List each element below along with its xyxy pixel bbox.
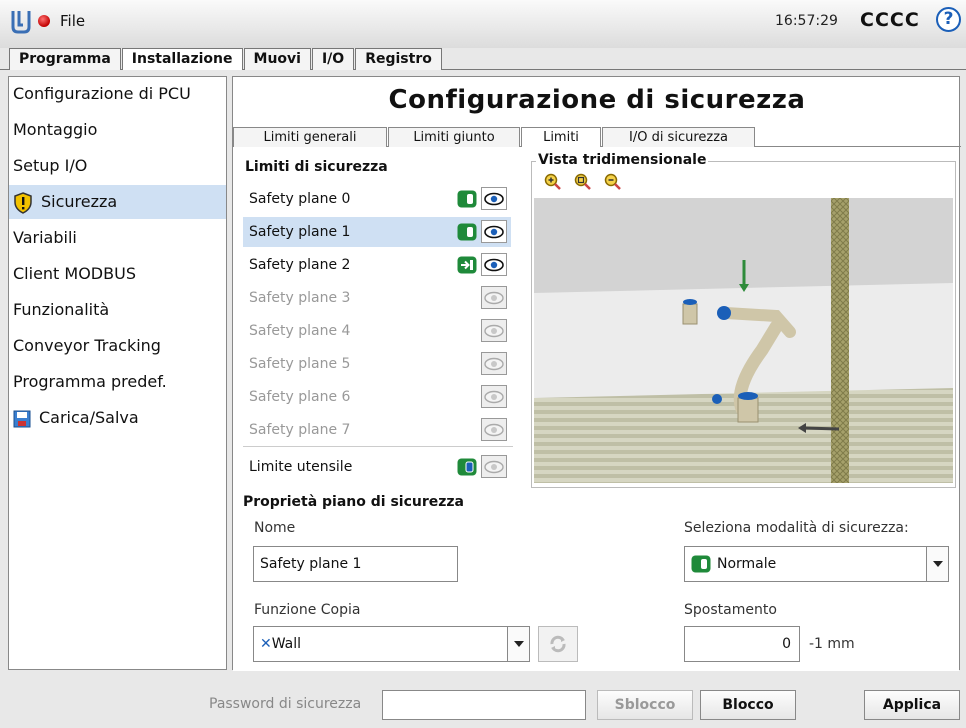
content-panel: Configurazione di sicurezza Limiti gener… [232, 76, 961, 671]
visibility-eye-icon[interactable] [481, 187, 507, 210]
plane-row-2[interactable]: Safety plane 2 [243, 250, 511, 280]
plane-label: Safety plane 7 [249, 422, 351, 438]
file-menu[interactable]: File [60, 12, 85, 30]
unlock-button[interactable]: Sblocco [597, 690, 693, 720]
safety-mode-select[interactable]: Normale [684, 546, 949, 582]
toggle-normal-icon[interactable] [457, 223, 477, 241]
plane-label: Safety plane 2 [249, 257, 351, 273]
plane-label: Safety plane 5 [249, 356, 351, 372]
plane-label: Safety plane 0 [249, 191, 351, 207]
plane-row-6[interactable]: Safety plane 6 [243, 382, 511, 412]
status-dot-icon [38, 15, 50, 27]
warning-shield-icon [14, 191, 32, 214]
tab-programma[interactable]: Programma [9, 48, 121, 70]
offset-unit: -1 mm [809, 636, 855, 652]
visibility-eye-icon[interactable] [481, 455, 507, 478]
toggle-normal-icon[interactable] [457, 190, 477, 208]
3d-view-panel: Vista tridimensionale [531, 152, 956, 488]
3d-scene[interactable] [534, 198, 953, 483]
page-title: Configurazione di sicurezza [388, 85, 806, 115]
help-button[interactable]: ? [936, 7, 961, 32]
password-input[interactable] [382, 690, 586, 720]
visibility-eye-icon[interactable] [481, 352, 507, 375]
chevron-down-icon [926, 547, 948, 581]
tab-installazione[interactable]: Installazione [121, 48, 243, 70]
visibility-eye-icon[interactable] [481, 385, 507, 408]
plane-row-1[interactable]: Safety plane 1 [243, 217, 511, 247]
tab-limiti[interactable]: Limiti [521, 127, 601, 147]
plane-row-0[interactable]: Safety plane 0 [243, 184, 511, 214]
tab-registro[interactable]: Registro [355, 48, 442, 70]
lock-button[interactable]: Blocco [700, 690, 796, 720]
visibility-eye-icon[interactable] [481, 286, 507, 309]
plane-label: Safety plane 1 [249, 224, 351, 240]
sidebar-item-pcu[interactable]: Configurazione di PCU [9, 77, 226, 111]
clock: 16:57:29 [775, 13, 838, 29]
3d-view-title: Vista tridimensionale [536, 152, 709, 168]
tab-io-sicurezza[interactable]: I/O di sicurezza [602, 127, 755, 147]
toggle-trigger-icon[interactable] [457, 256, 477, 274]
tool-limit-row[interactable]: Limite utensile [243, 452, 511, 482]
mode-value: Normale [717, 556, 777, 572]
visibility-eye-icon[interactable] [481, 253, 507, 276]
properties-section-title: Proprietà piano di sicurezza [243, 494, 464, 510]
visibility-eye-icon[interactable] [481, 220, 507, 243]
toggle-normal-icon [691, 555, 711, 573]
sidebar-item-carica-salva[interactable]: Carica/Salva [9, 401, 226, 435]
name-input[interactable]: Safety plane 1 [253, 546, 458, 582]
tab-io[interactable]: I/O [311, 48, 355, 70]
plane-row-4[interactable]: Safety plane 4 [243, 316, 511, 346]
offset-input[interactable]: 0 [684, 626, 800, 662]
name-label: Nome [254, 520, 296, 536]
row-divider [243, 446, 513, 447]
limits-panel: Limiti di sicurezza Safety plane 0 Safet… [233, 147, 959, 671]
visibility-eye-icon[interactable] [481, 319, 507, 342]
robot-name: CCCC [860, 9, 920, 31]
sidebar-item-montaggio[interactable]: Montaggio [9, 113, 226, 147]
plane-row-7[interactable]: Safety plane 7 [243, 415, 511, 445]
tab-limiti-giunto[interactable]: Limiti giunto [388, 127, 520, 147]
sidebar-item-funzionalita[interactable]: Funzionalità [9, 293, 226, 327]
zoom-reset-icon[interactable] [574, 173, 592, 191]
tool-limit-label: Limite utensile [249, 459, 353, 475]
save-disk-icon [13, 410, 31, 427]
sidebar-item-setup-io[interactable]: Setup I/O [9, 149, 226, 183]
plane-label: Safety plane 3 [249, 290, 351, 306]
sidebar-item-sicurezza[interactable]: Sicurezza [9, 185, 226, 219]
copy-label: Funzione Copia [254, 602, 361, 618]
plane-label: Safety plane 4 [249, 323, 351, 339]
sidebar-item-conveyor[interactable]: Conveyor Tracking [9, 329, 226, 363]
zoom-in-icon[interactable] [544, 173, 562, 191]
sidebar-item-variabili[interactable]: Variabili [9, 221, 226, 255]
ur-logo-icon [11, 11, 31, 34]
password-label: Password di sicurezza [209, 696, 362, 712]
main-tabs: Programma Installazione Muovi I/O Regist… [9, 48, 443, 70]
plane-label: Safety plane 6 [249, 389, 351, 405]
copy-function-select[interactable]: ✕Wall [253, 626, 530, 662]
wall-x-icon: ✕ [260, 636, 272, 652]
sidebar-item-programma-predef[interactable]: Programma predef. [9, 365, 226, 399]
refresh-icon [550, 635, 566, 653]
sidebar-item-modbus[interactable]: Client MODBUS [9, 257, 226, 291]
sidebar-item-label: Sicurezza [41, 192, 118, 211]
plane-row-5[interactable]: Safety plane 5 [243, 349, 511, 379]
chevron-down-icon [507, 627, 529, 661]
mode-label: Seleziona modalità di sicurezza: [684, 520, 909, 536]
apply-button[interactable]: Applica [864, 690, 960, 720]
copy-value: Wall [271, 636, 302, 652]
sidebar-item-label: Carica/Salva [39, 408, 139, 427]
top-bar: File 16:57:29 CCCC ? [0, 0, 966, 48]
tab-limiti-generali[interactable]: Limiti generali [233, 127, 387, 147]
tab-muovi[interactable]: Muovi [243, 48, 311, 70]
visibility-eye-icon[interactable] [481, 418, 507, 441]
copy-refresh-button[interactable] [538, 626, 578, 662]
plane-row-3[interactable]: Safety plane 3 [243, 283, 511, 313]
limits-section-title: Limiti di sicurezza [245, 159, 388, 175]
offset-label: Spostamento [684, 602, 777, 618]
sidebar: Configurazione di PCU Montaggio Setup I/… [8, 76, 227, 670]
toggle-tool-icon[interactable] [457, 458, 477, 476]
zoom-out-icon[interactable] [604, 173, 622, 191]
